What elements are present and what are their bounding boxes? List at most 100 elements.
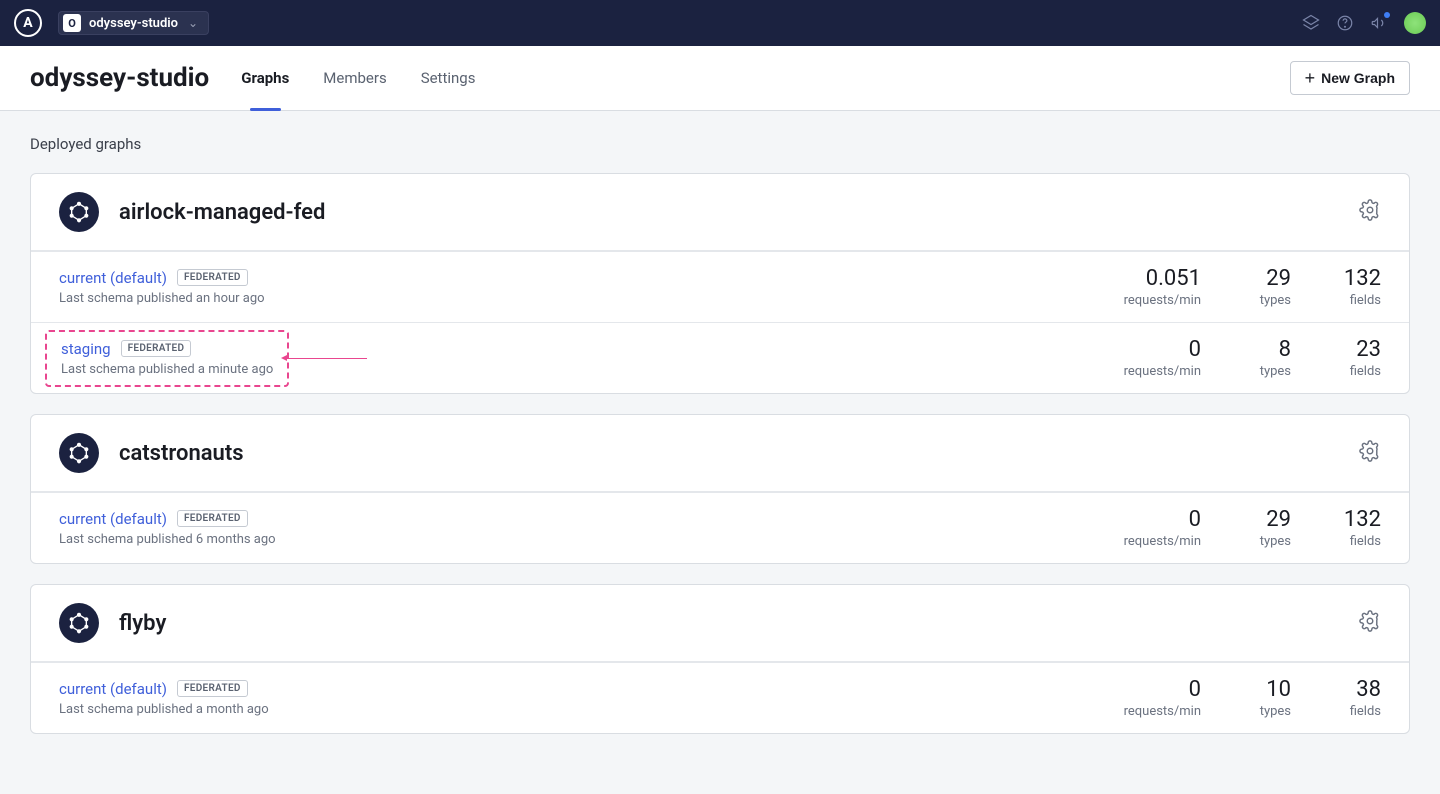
notification-dot-icon xyxy=(1384,12,1390,18)
stat-label: types xyxy=(1231,364,1291,379)
stat-label: types xyxy=(1231,293,1291,308)
variant-row: current (default) FEDERATED Last schema … xyxy=(31,492,1409,563)
new-graph-button[interactable]: + New Graph xyxy=(1290,61,1410,95)
graph-name[interactable]: flyby xyxy=(119,611,166,636)
federation-icon xyxy=(59,433,99,473)
main-content: Deployed graphs airlock-managed-fed curr… xyxy=(0,111,1440,794)
stat-value: 10 xyxy=(1231,677,1291,702)
variant-link[interactable]: current (default) xyxy=(59,510,167,528)
stat-label: types xyxy=(1231,704,1291,719)
gear-icon[interactable] xyxy=(1359,440,1381,466)
variant-row: current (default) FEDERATED Last schema … xyxy=(31,662,1409,733)
tab-members[interactable]: Members xyxy=(321,46,388,110)
apollo-logo-icon[interactable]: A xyxy=(14,9,42,37)
stat-types: 29 types xyxy=(1231,266,1291,308)
gear-icon[interactable] xyxy=(1359,199,1381,225)
graph-card-header: airlock-managed-fed xyxy=(31,174,1409,251)
graph-card: airlock-managed-fed current (default) FE… xyxy=(30,173,1410,394)
org-badge: O xyxy=(63,14,81,32)
variant-link[interactable]: staging xyxy=(61,340,111,358)
annotation-highlight: staging FEDERATED Last schema published … xyxy=(59,338,275,379)
stat-fields: 38 fields xyxy=(1321,677,1381,719)
variant-stats: 0requests/min 8types 23 fields xyxy=(1101,337,1381,379)
variant-link[interactable]: current (default) xyxy=(59,680,167,698)
federated-badge: FEDERATED xyxy=(177,680,248,697)
variant-meta: Last schema published an hour ago xyxy=(59,291,265,306)
variant-row: current (default) FEDERATED Last schema … xyxy=(31,251,1409,322)
stat-label: requests/min xyxy=(1101,293,1201,308)
variant-link[interactable]: current (default) xyxy=(59,269,167,287)
stat-label: fields xyxy=(1321,534,1381,549)
subheader-left: odyssey-studio Graphs Members Settings xyxy=(30,46,477,110)
federation-icon xyxy=(59,192,99,232)
federated-badge: FEDERATED xyxy=(177,269,248,286)
federated-badge: FEDERATED xyxy=(177,510,248,527)
stat-types: 8types xyxy=(1231,337,1291,379)
stat-fields: 132 fields xyxy=(1321,507,1381,549)
federated-badge: FEDERATED xyxy=(121,340,192,357)
plus-icon: + xyxy=(1305,71,1316,85)
page-title: odyssey-studio xyxy=(30,63,209,93)
stat-value: 0 xyxy=(1101,677,1201,702)
variant-meta: Last schema published 6 months ago xyxy=(59,532,276,547)
variant-stats: 0 requests/min 29 types 132 fields xyxy=(1101,507,1381,549)
stat-value: 0.051 xyxy=(1101,266,1201,291)
graph-card: flyby current (default) FEDERATED Last s… xyxy=(30,584,1410,734)
org-selector[interactable]: O odyssey-studio ⌄ xyxy=(58,11,209,35)
stat-label: fields xyxy=(1321,704,1381,719)
announcement-icon[interactable] xyxy=(1370,14,1388,32)
graph-name[interactable]: airlock-managed-fed xyxy=(119,200,325,225)
user-avatar[interactable] xyxy=(1404,12,1426,34)
stat-value: 38 xyxy=(1321,677,1381,702)
stat-types: 29 types xyxy=(1231,507,1291,549)
stat-types: 10 types xyxy=(1231,677,1291,719)
federation-icon xyxy=(59,603,99,643)
variant-meta: Last schema published a month ago xyxy=(59,702,269,717)
stat-fields: 132 fields xyxy=(1321,266,1381,308)
stat-label: types xyxy=(1231,534,1291,549)
gear-icon[interactable] xyxy=(1359,610,1381,636)
variant-stats: 0.051 requests/min 29 types 132 fields xyxy=(1101,266,1381,308)
stat-value: 0 xyxy=(1101,507,1201,532)
stat-value: 29 xyxy=(1231,507,1291,532)
variant-info: staging FEDERATED Last schema published … xyxy=(61,340,273,377)
page-subheader: odyssey-studio Graphs Members Settings +… xyxy=(0,46,1440,111)
graph-name[interactable]: catstronauts xyxy=(119,441,244,466)
stat-value: 29 xyxy=(1231,266,1291,291)
stat-value: 132 xyxy=(1321,507,1381,532)
stat-label: fields xyxy=(1321,293,1381,308)
tab-graphs[interactable]: Graphs xyxy=(239,46,291,110)
variant-info: current (default) FEDERATED Last schema … xyxy=(59,680,269,717)
chevron-down-icon: ⌄ xyxy=(188,16,198,30)
variant-info: current (default) FEDERATED Last schema … xyxy=(59,510,276,547)
top-navbar: A O odyssey-studio ⌄ xyxy=(0,0,1440,46)
graph-card-header: catstronauts xyxy=(31,415,1409,492)
graph-card-header-left: airlock-managed-fed xyxy=(59,192,325,232)
variant-meta: Last schema published a minute ago xyxy=(61,362,273,377)
graph-card-header-left: flyby xyxy=(59,603,166,643)
stat-label: fields xyxy=(1321,364,1381,379)
tab-settings[interactable]: Settings xyxy=(419,46,478,110)
stat-requests: 0.051 requests/min xyxy=(1101,266,1201,308)
layers-icon[interactable] xyxy=(1302,14,1320,32)
stat-requests: 0requests/min xyxy=(1101,337,1201,379)
stat-fields: 23 fields xyxy=(1321,337,1381,379)
org-name: odyssey-studio xyxy=(89,16,178,31)
new-graph-label: New Graph xyxy=(1321,70,1395,86)
annotation-arrow-icon xyxy=(287,358,367,359)
subheader-tabs: Graphs Members Settings xyxy=(239,46,477,110)
stat-label: requests/min xyxy=(1101,704,1201,719)
stat-requests: 0 requests/min xyxy=(1101,507,1201,549)
variant-row: staging FEDERATED Last schema published … xyxy=(31,322,1409,393)
variant-info: current (default) FEDERATED Last schema … xyxy=(59,269,265,306)
section-heading: Deployed graphs xyxy=(30,135,1410,153)
graph-card-header-left: catstronauts xyxy=(59,433,244,473)
stat-label: requests/min xyxy=(1101,534,1201,549)
variant-stats: 0 requests/min 10 types 38 fields xyxy=(1101,677,1381,719)
topbar-right xyxy=(1302,12,1426,34)
stat-value: 132 xyxy=(1321,266,1381,291)
stat-value: 23 xyxy=(1321,337,1381,362)
graph-card-header: flyby xyxy=(31,585,1409,662)
graph-card: catstronauts current (default) FEDERATED… xyxy=(30,414,1410,564)
help-icon[interactable] xyxy=(1336,14,1354,32)
